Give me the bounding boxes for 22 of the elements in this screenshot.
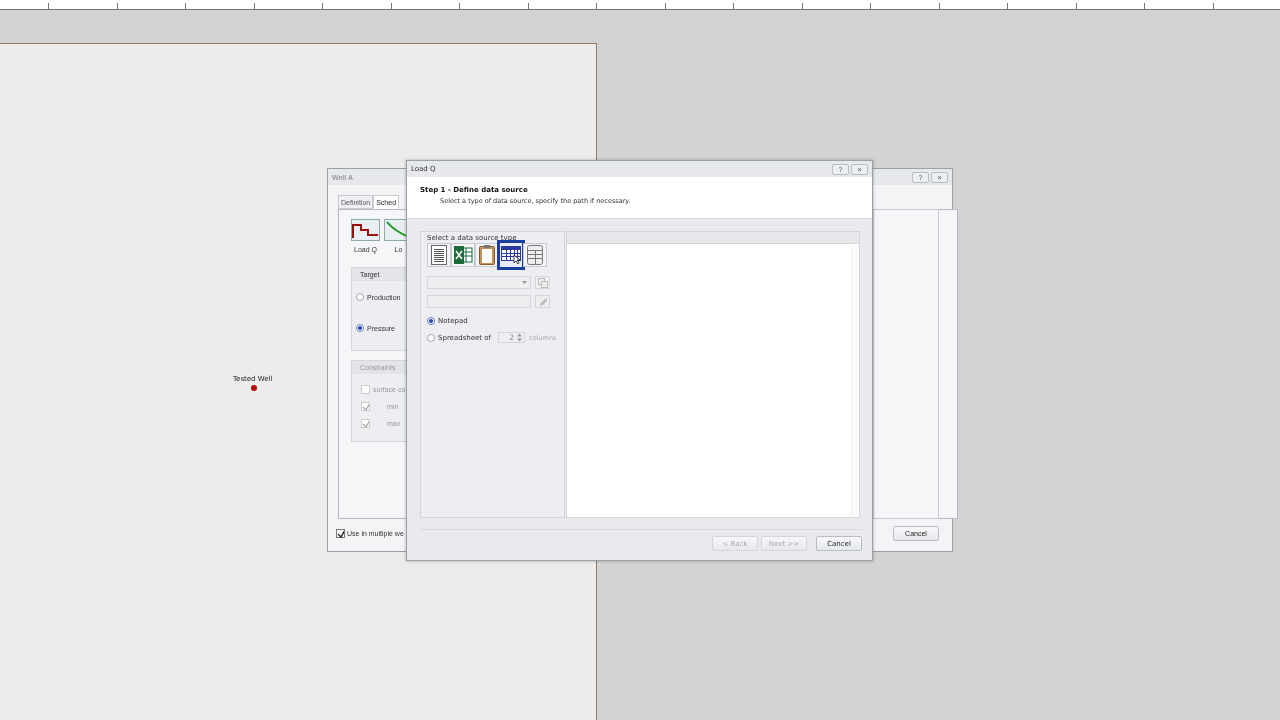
radio-button[interactable] — [427, 333, 435, 342]
copy-button[interactable] — [535, 276, 550, 289]
attach-button[interactable] — [535, 295, 550, 308]
clipboard-icon — [479, 245, 495, 265]
radio-button[interactable] — [356, 324, 364, 332]
spreadsheet-icon — [453, 246, 473, 264]
copy-icon — [537, 277, 548, 288]
source-type-button[interactable] — [497, 240, 525, 270]
paperclip-icon — [537, 296, 548, 307]
database-icon — [527, 245, 543, 265]
radio-button[interactable] — [356, 293, 364, 301]
table-grid-icon — [501, 246, 521, 264]
checkbox[interactable] — [361, 419, 370, 428]
radio-button[interactable] — [427, 317, 435, 325]
spinner-arrows-icon — [517, 333, 523, 342]
checkbox[interactable] — [336, 529, 345, 538]
path-dropdown[interactable] — [427, 276, 531, 289]
dropdown-arrow-icon — [522, 281, 527, 284]
well-marker-icon — [251, 385, 257, 391]
step-chart-icon — [351, 219, 380, 241]
document-icon — [431, 245, 447, 265]
checkbox[interactable] — [361, 402, 370, 411]
